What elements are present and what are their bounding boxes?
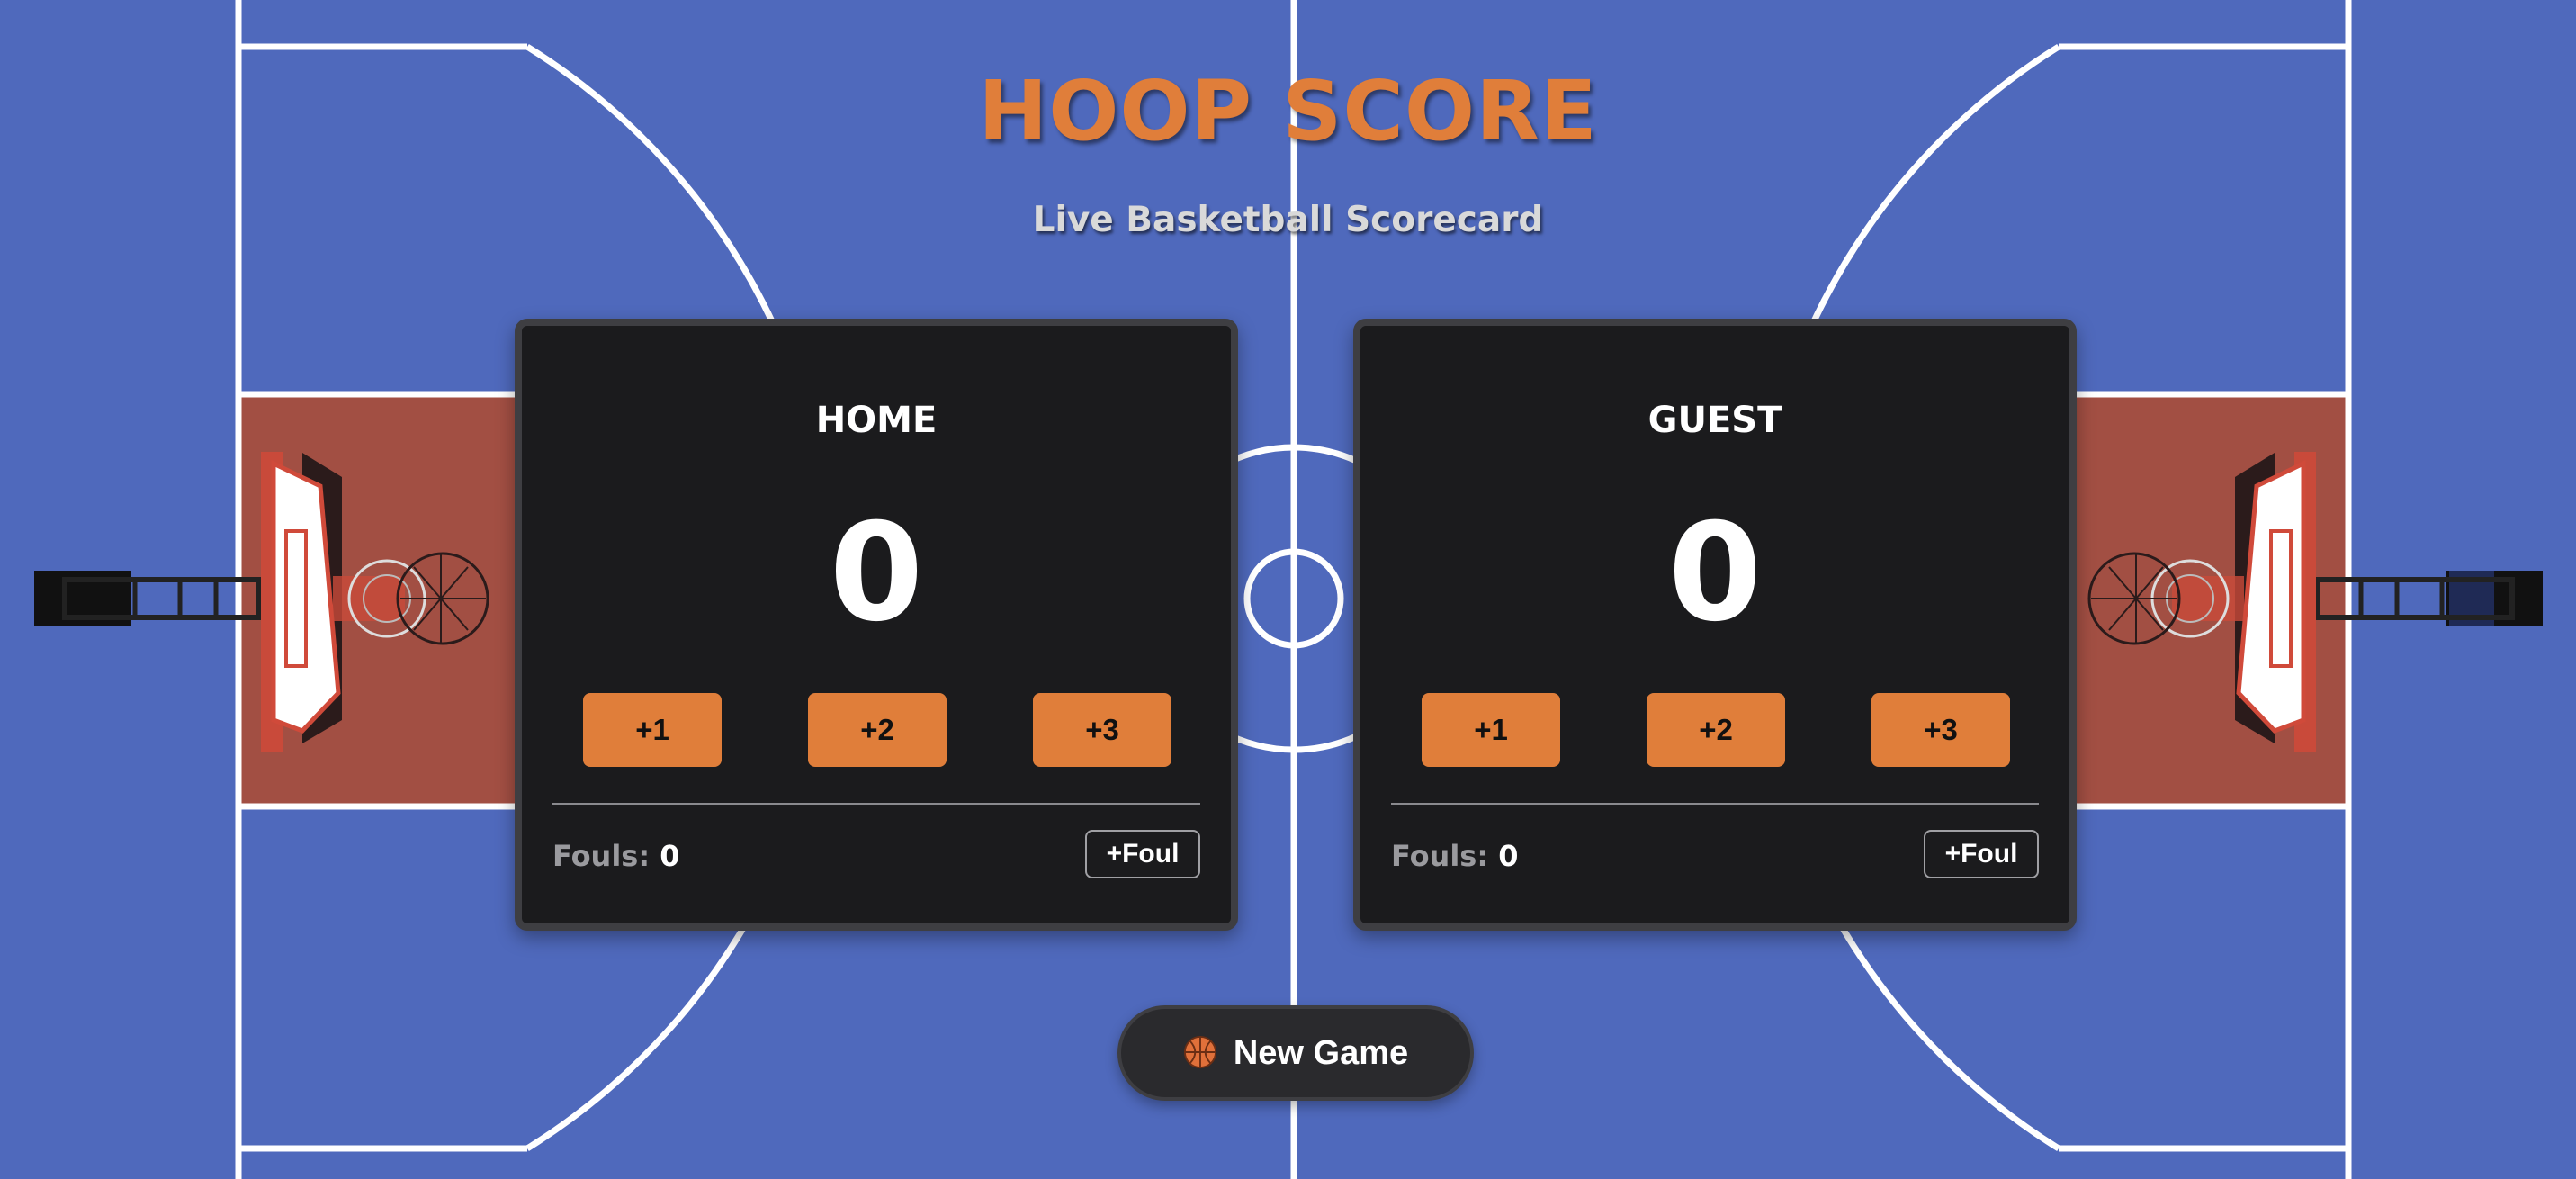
guest-score-buttons: +1 +2 +3 [1360,693,2069,767]
guest-fouls-value: 0 [1498,839,1519,873]
home-score: 0 [829,495,924,652]
court-lines [34,0,2543,1179]
home-add-foul-button[interactable]: +Foul [1085,830,1200,878]
guest-add-2-button[interactable]: +2 [1647,693,1785,767]
home-add-3-button[interactable]: +3 [1033,693,1171,767]
home-add-1-button[interactable]: +1 [583,693,722,767]
home-fouls-label: Fouls: [552,839,651,873]
guest-fouls: Fouls: 0 [1391,839,1519,873]
app-subtitle: Live Basketball Scorecard [1032,200,1544,240]
home-add-2-button[interactable]: +2 [808,693,947,767]
app-title: HOOP SCORE [978,63,1598,159]
home-fouls-value: 0 [660,839,680,873]
basketball-icon [1183,1035,1216,1069]
guest-divider [1391,803,2039,805]
home-score-buttons: +1 +2 +3 [522,693,1231,767]
home-divider [552,803,1200,805]
home-fouls: Fouls: 0 [552,839,680,873]
guest-add-3-button[interactable]: +3 [1871,693,2010,767]
court-background: HOOP SCORE Live Basketball Scorecard HOM… [0,0,2576,1179]
guest-add-foul-button[interactable]: +Foul [1924,830,2039,878]
new-game-label: New Game [1233,1034,1409,1072]
guest-score: 0 [1667,495,1763,652]
new-game-button[interactable]: New Game [1117,1005,1474,1101]
guest-fouls-label: Fouls: [1391,839,1489,873]
home-scorecard: HOME 0 +1 +2 +3 Fouls: 0 +Foul [515,319,1238,931]
guest-team-name: GUEST [1647,400,1782,441]
home-team-name: HOME [815,400,938,441]
guest-scorecard: GUEST 0 +1 +2 +3 Fouls: 0 +Foul [1353,319,2077,931]
guest-add-1-button[interactable]: +1 [1422,693,1560,767]
